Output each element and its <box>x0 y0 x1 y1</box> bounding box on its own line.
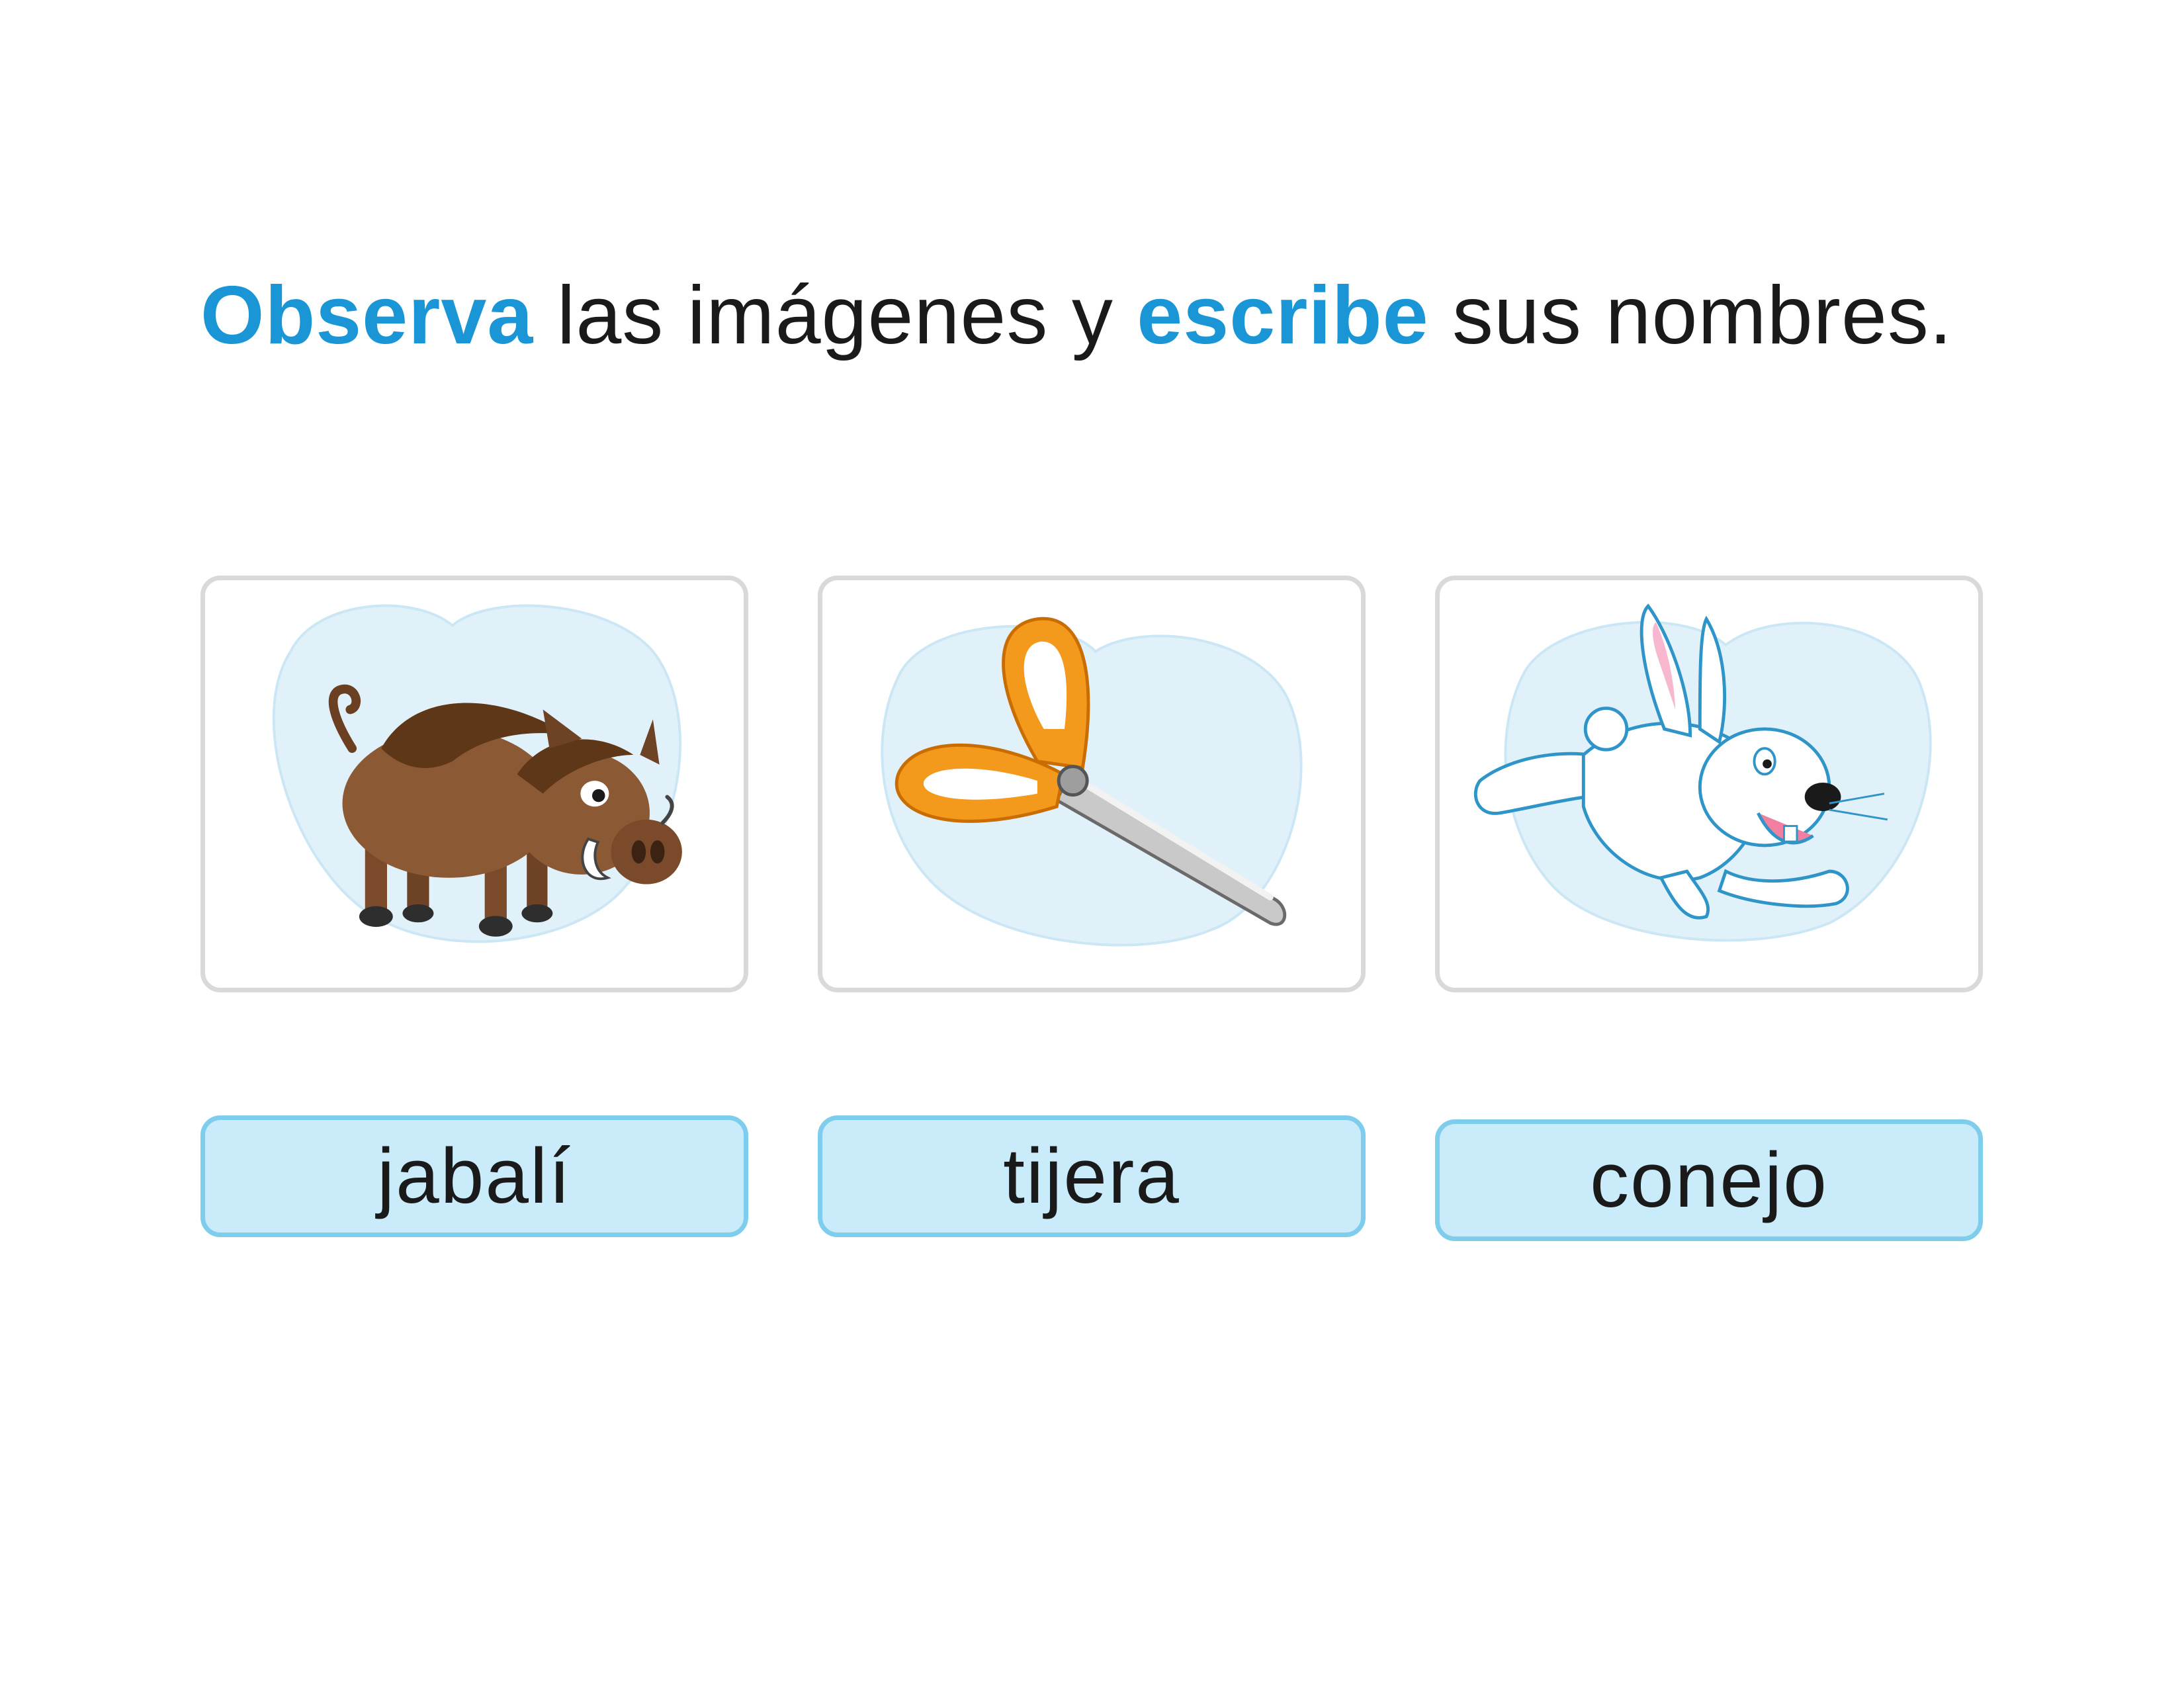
scissors-illustration <box>881 617 1303 947</box>
answer-box-rabbit[interactable]: conejo <box>1435 1119 1983 1241</box>
answer-box-scissors[interactable]: tijera <box>818 1115 1366 1237</box>
instruction-heading: Observa las imágenes y escribe sus nombr… <box>200 275 1952 357</box>
instruction-text-2: sus nombres. <box>1428 270 1953 361</box>
boar-illustration <box>272 604 682 943</box>
picture-card-rabbit <box>1435 576 1983 992</box>
picture-card-boar <box>200 576 748 992</box>
instruction-verb-observe: Observa <box>200 270 534 361</box>
answer-text: conejo <box>1590 1137 1828 1224</box>
instruction-text-1: las imágenes y <box>533 270 1137 361</box>
rabbit-illustration <box>1473 603 1932 942</box>
picture-card-scissors <box>818 576 1366 992</box>
answer-box-boar[interactable]: jabalí <box>200 1115 748 1237</box>
answer-text: jabalí <box>376 1133 572 1220</box>
answer-text: tijera <box>1003 1133 1180 1220</box>
instruction-verb-write: escribe <box>1137 270 1429 361</box>
